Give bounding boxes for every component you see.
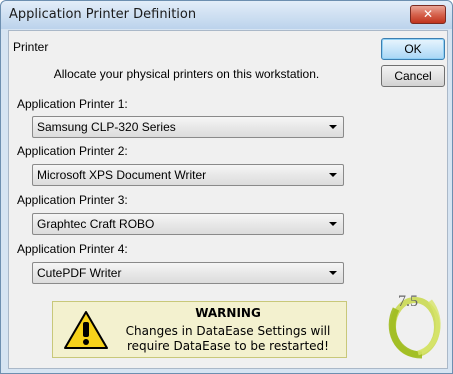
chevron-down-icon <box>329 222 337 226</box>
logo-version-text: 7.5 <box>398 293 418 310</box>
title-bar: Application Printer Definition ✕ <box>1 1 452 29</box>
dialog-body: Printer Allocate your physical printers … <box>8 30 448 369</box>
section-label: Printer <box>13 40 49 54</box>
warning-message: Changes in DataEase Settings will requir… <box>113 324 343 354</box>
warning-icon <box>64 311 108 349</box>
printer-3-select[interactable]: Graphtec Craft ROBO <box>32 213 344 235</box>
warning-panel: WARNING Changes in DataEase Settings wil… <box>52 301 347 358</box>
window-title: Application Printer Definition <box>9 7 197 22</box>
close-button[interactable]: ✕ <box>410 5 446 24</box>
dataease-logo: 7.5 <box>382 289 444 359</box>
printer-1-value: Samsung CLP-320 Series <box>37 120 176 134</box>
chevron-down-icon <box>329 173 337 177</box>
printer-1-select[interactable]: Samsung CLP-320 Series <box>32 116 344 138</box>
cancel-button[interactable]: Cancel <box>381 65 445 87</box>
printer-2-select[interactable]: Microsoft XPS Document Writer <box>32 164 344 186</box>
dialog-window: Application Printer Definition ✕ Printer… <box>0 0 453 374</box>
printer-4-value: CutePDF Writer <box>37 266 122 280</box>
warning-line-1: Changes in DataEase Settings will <box>125 324 331 338</box>
printer-2-label: Application Printer 2: <box>17 144 128 158</box>
printer-1-label: Application Printer 1: <box>17 97 128 111</box>
close-icon: ✕ <box>422 7 434 21</box>
printer-3-value: Graphtec Craft ROBO <box>37 217 155 231</box>
chevron-down-icon <box>329 271 337 275</box>
printer-4-label: Application Printer 4: <box>17 242 128 256</box>
warning-line-2: require DataEase to be restarted! <box>126 339 329 353</box>
printer-2-value: Microsoft XPS Document Writer <box>37 168 207 182</box>
ok-button[interactable]: OK <box>381 38 445 60</box>
warning-title: WARNING <box>195 306 261 320</box>
chevron-down-icon <box>329 125 337 129</box>
printer-4-select[interactable]: CutePDF Writer <box>32 262 344 284</box>
printer-3-label: Application Printer 3: <box>17 193 128 207</box>
info-text: Allocate your physical printers on this … <box>53 67 320 81</box>
